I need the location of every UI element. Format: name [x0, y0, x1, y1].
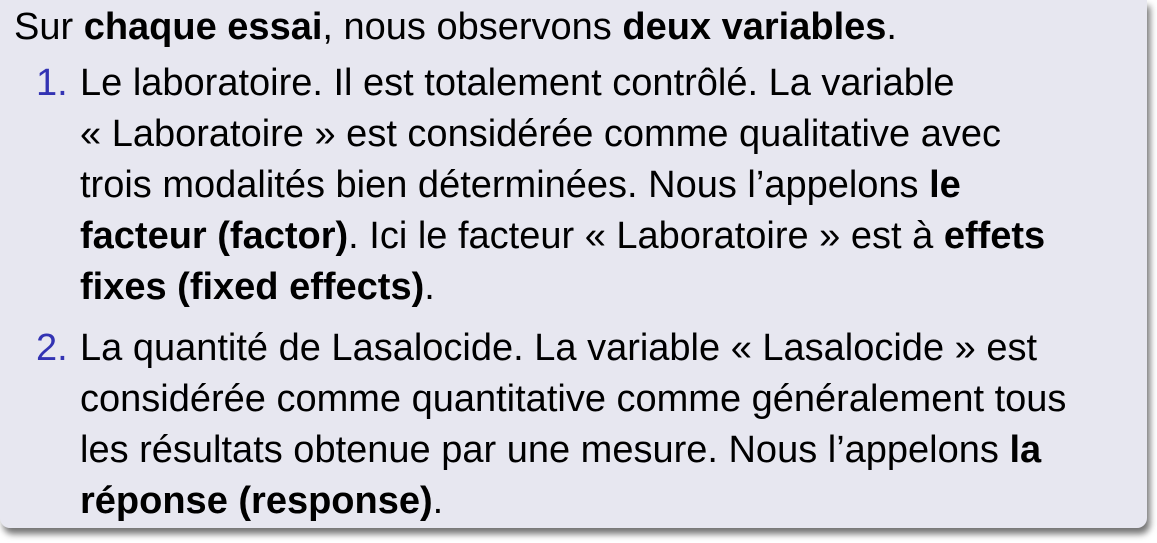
- list-item-lasalocide: 2. La quantité de Lasalocide. La variabl…: [14, 323, 1147, 527]
- intro-emphasis-variables: deux variables: [622, 6, 887, 48]
- list-number: 1.: [36, 62, 68, 104]
- item-line: Le laboratoire. Il est totalement contrô…: [80, 62, 955, 104]
- item-line: considérée comme quantitative comme géné…: [80, 378, 1067, 420]
- item-line: « Laboratoire » est considérée comme qua…: [80, 113, 1001, 155]
- item-line: réponse (response).: [80, 480, 444, 522]
- item-line: La quantité de Lasalocide. La variable «…: [80, 327, 1038, 369]
- item-line: les résultats obtenue par une mesure. No…: [80, 429, 1042, 471]
- intro-emphasis-essai: chaque essai: [83, 6, 323, 48]
- item-line: trois modalités bien déterminées. Nous l…: [80, 164, 961, 206]
- content-block: Sur chaque essai, nous observons deux va…: [0, 0, 1147, 528]
- item-line: fixes (fixed effects).: [80, 266, 435, 308]
- variables-list: 1. Le laboratoire. Il est totalement con…: [14, 58, 1147, 527]
- item-line: facteur (factor). Ici le facteur « Labor…: [80, 215, 1046, 257]
- intro-sentence: Sur chaque essai, nous observons deux va…: [14, 6, 897, 48]
- list-item-laboratoire: 1. Le laboratoire. Il est totalement con…: [14, 58, 1147, 313]
- list-number: 2.: [36, 327, 68, 369]
